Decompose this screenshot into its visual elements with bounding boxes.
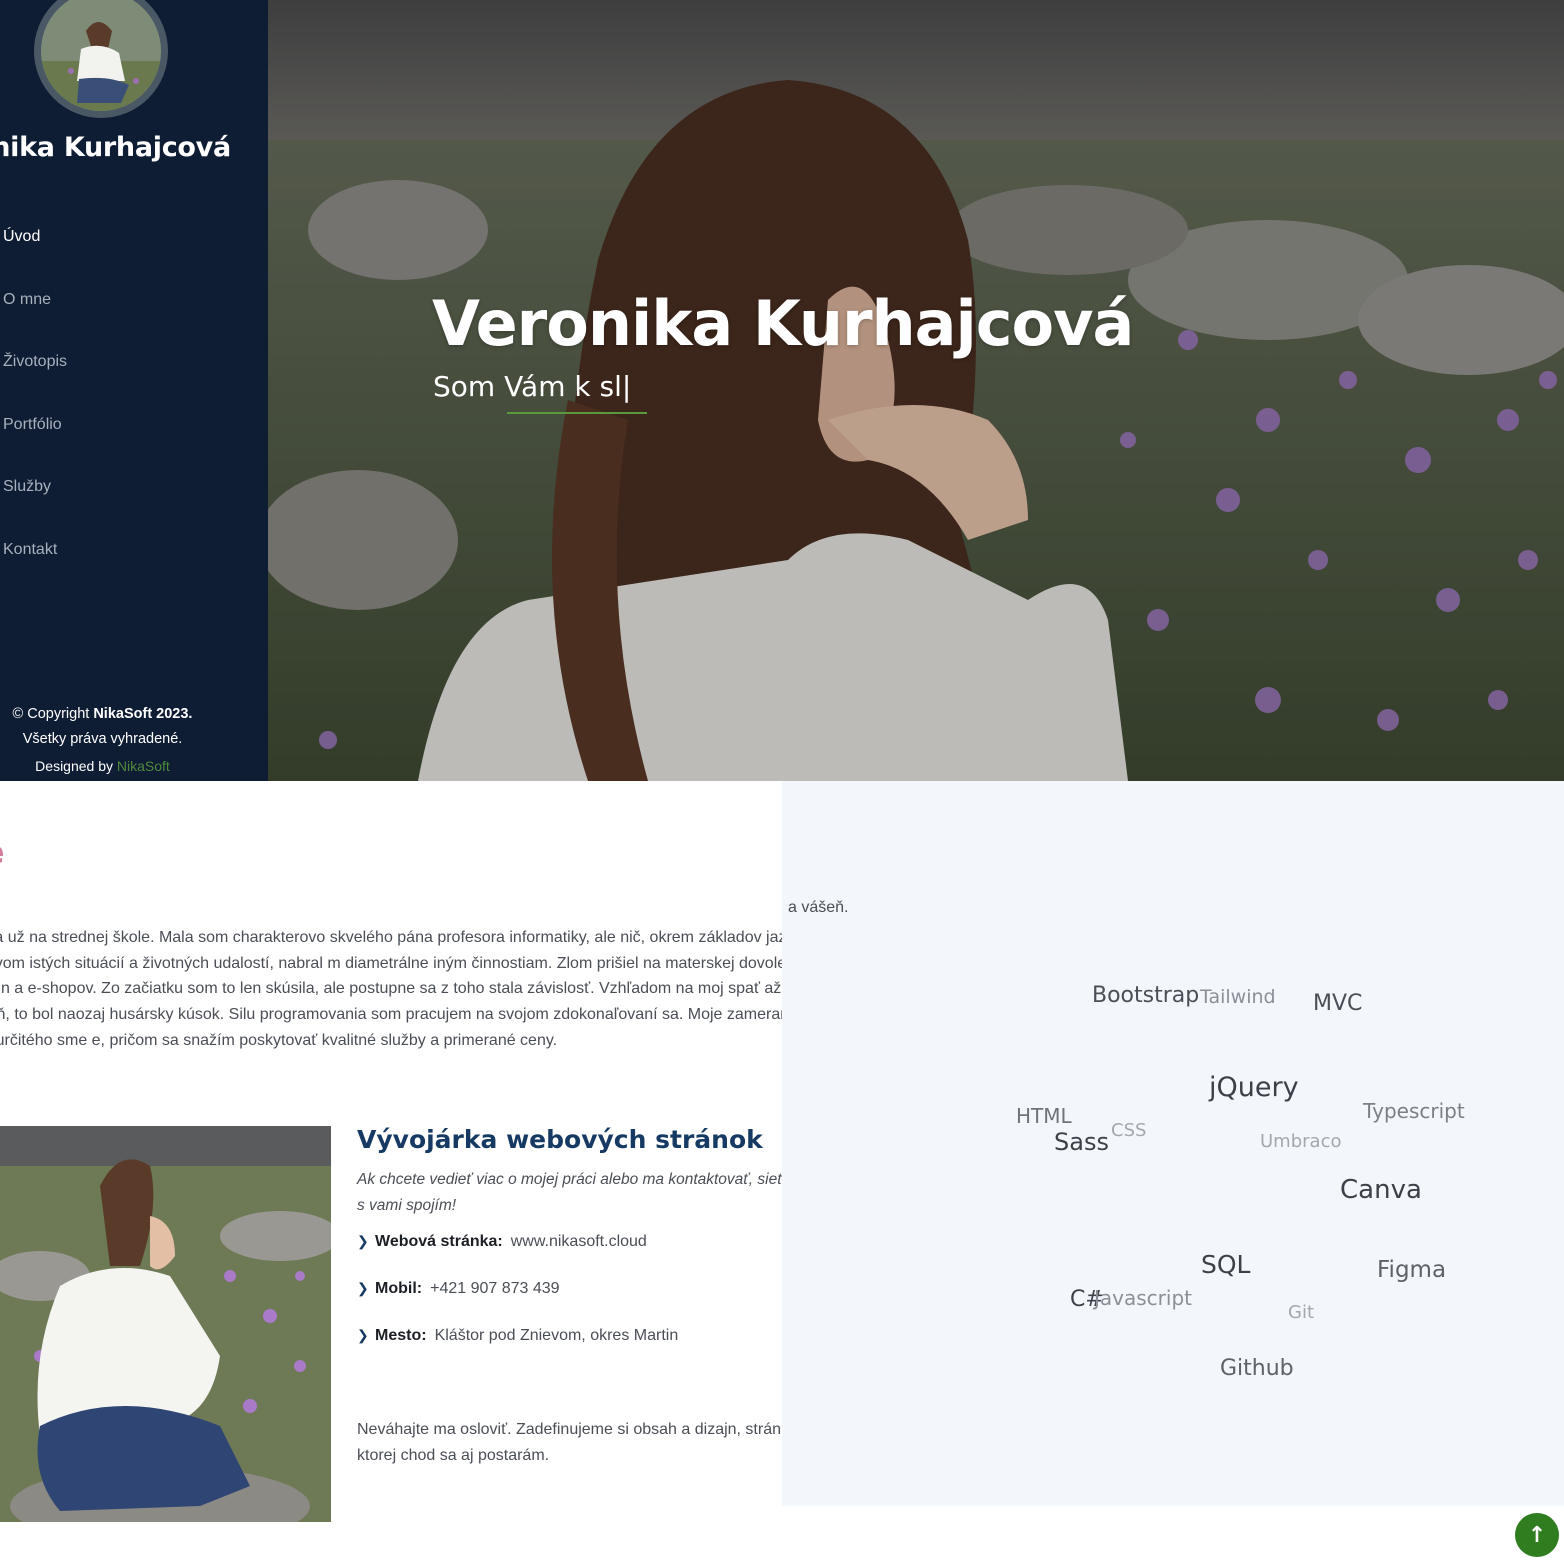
- copyright-brand: NikaSoft 2023.: [93, 706, 193, 722]
- avatar-photo: [41, 0, 161, 111]
- info-value: Kláštor pod Znievom, okres Martin: [434, 1327, 679, 1344]
- avatar: [34, 0, 168, 118]
- skill-tag: Typescript: [1363, 1099, 1465, 1123]
- skill-tag: Umbraco: [1260, 1131, 1342, 1152]
- info-item-website: ❯ Webová stránka: www.nikasoft.cloud: [357, 1233, 678, 1280]
- role-title: Vývojárka webových stránok: [357, 1125, 763, 1154]
- sidebar-footer: © Copyright NikaSoft 2023. Všetky práva …: [0, 702, 205, 779]
- skill-tag: Git: [1288, 1302, 1315, 1323]
- info-item-city: ❯ Mesto: Kláštor pod Znievom, okres Martin: [357, 1327, 678, 1374]
- copyright-line: © Copyright NikaSoft 2023.: [0, 702, 205, 727]
- sidebar-name: ronika Kurhajcová: [0, 132, 231, 163]
- chevron-right-icon: ❯: [357, 1280, 369, 1296]
- nav-item-portfolio[interactable]: Portfólio: [0, 416, 67, 479]
- skill-tag: Figma: [1377, 1257, 1447, 1283]
- sidebar: ronika Kurhajcová Úvod O mne Životopis P…: [0, 0, 268, 781]
- skill-tag: Sass: [1054, 1128, 1109, 1156]
- about-paragraph: Cesta k IT začala už na strednej škole. …: [0, 929, 782, 1049]
- info-label: Mobil:: [375, 1280, 423, 1297]
- credits-line: Designed by NikaSoft: [0, 754, 205, 779]
- skill-tag: CSS: [1111, 1120, 1147, 1141]
- info-list: ❯ Webová stránka: www.nikasoft.cloud ❯ Mobi…: [357, 1233, 678, 1374]
- nav-item-kontakt[interactable]: Kontakt: [0, 541, 67, 604]
- info-value: +421 907 873 439: [430, 1280, 560, 1297]
- skill-tag: Bootstrap: [1092, 983, 1200, 1008]
- hero-section: Veronika Kurhajcová Som Vám k sl|: [268, 0, 1564, 781]
- about-photo: [0, 1126, 331, 1522]
- chevron-right-icon: ❯: [357, 1233, 369, 1249]
- nav-item-zivotopis[interactable]: Životopis: [0, 353, 67, 416]
- overflow-text: a vášeň.: [788, 899, 849, 916]
- role-description: Ak chcete vedieť viac o mojej práci aleb…: [357, 1171, 782, 1214]
- skill-tag: Javascript: [1094, 1286, 1192, 1310]
- closing-paragraph: Neváhajte ma osloviť. Zadefinujeme si ob…: [357, 1421, 782, 1464]
- skill-tag: MVC: [1313, 991, 1363, 1016]
- hero-title: Veronika Kurhajcová: [432, 287, 1134, 360]
- about-photo-image: [0, 1126, 331, 1522]
- hero-subtitle-typed: Som Vám k sl|: [433, 370, 648, 414]
- arrow-up-icon: ↑: [1527, 1522, 1547, 1548]
- nav-item-o-mne[interactable]: O mne: [0, 291, 67, 354]
- info-item-phone: ❯ Mobil: +421 907 873 439: [357, 1280, 678, 1327]
- nav-item-uvod[interactable]: Úvod: [0, 228, 67, 291]
- info-label: Webová stránka:: [375, 1233, 503, 1250]
- designed-by-label: Designed by: [35, 758, 117, 774]
- chevron-right-icon: ❯: [357, 1327, 369, 1343]
- skill-tag: jQuery: [1209, 1072, 1299, 1103]
- about-section: ne Cesta k IT začala už na strednej škol…: [0, 781, 782, 1564]
- skill-tag: Github: [1220, 1356, 1294, 1381]
- nav-item-sluzby[interactable]: Služby: [0, 478, 67, 541]
- rights-line: Všetky práva vyhradené.: [22, 731, 183, 747]
- skills-cloud: a vášeň. Bootstrap Tailwind MVC jQuery H…: [782, 781, 1564, 1506]
- designer-link[interactable]: NikaSoft: [117, 758, 170, 774]
- skill-tag: HTML: [1016, 1104, 1072, 1128]
- skill-tag: SQL: [1201, 1250, 1251, 1279]
- copyright-prefix: © Copyright: [12, 706, 94, 722]
- info-label: Mesto:: [375, 1327, 427, 1344]
- back-to-top-button[interactable]: ↑: [1515, 1513, 1559, 1557]
- skill-tag: Canva: [1340, 1175, 1422, 1205]
- about-heading: ne: [0, 833, 4, 871]
- sidebar-nav: Úvod O mne Životopis Portfólio Služby Ko…: [0, 228, 67, 604]
- info-value: www.nikasoft.cloud: [510, 1233, 647, 1250]
- skill-tag: Tailwind: [1200, 986, 1276, 1008]
